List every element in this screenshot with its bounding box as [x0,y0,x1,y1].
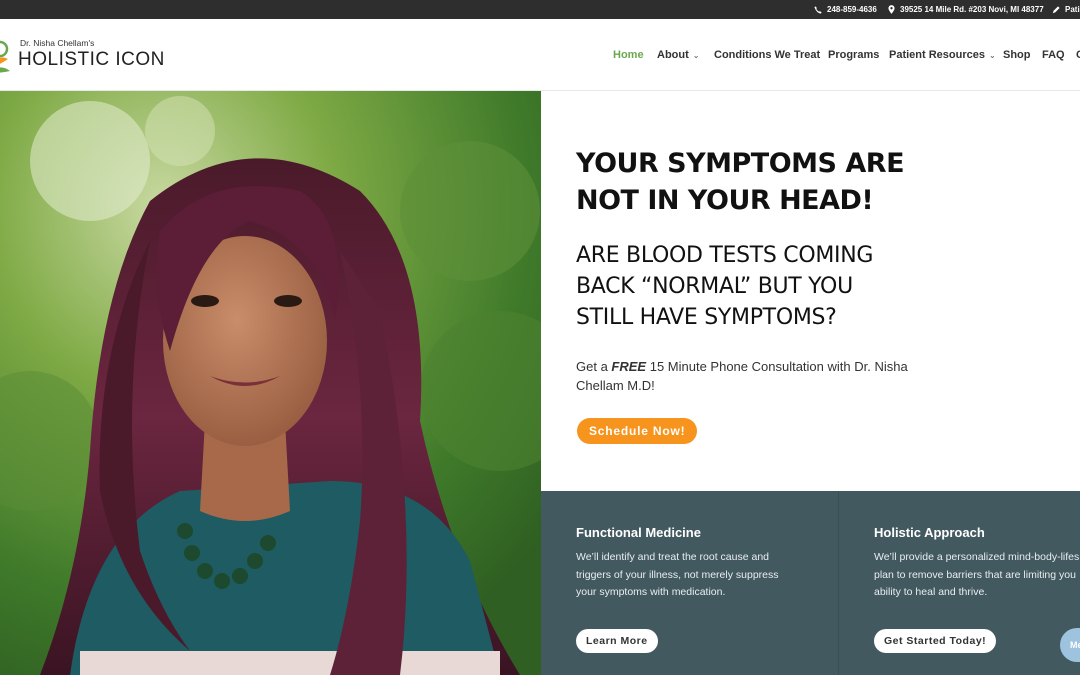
hero-title-line: YOUR SYMPTOMS ARE [576,148,905,179]
hero-title: YOUR SYMPTOMS ARE NOT IN YOUR HEAD! [576,145,936,219]
panel-text-line: We’ll provide a personalized mind-body-l… [874,551,1080,563]
site-logo[interactable]: Dr. Nisha Chellam's HOLISTIC ICON [0,37,165,77]
schedule-now-button[interactable]: Schedule Now! [577,418,698,444]
logo-pretitle: Dr. Nisha Chellam's [20,38,95,48]
panel-text-line: your symptoms with medication. [576,586,726,598]
nav-label: About [657,49,689,61]
phone-link[interactable]: 248-859-4636 [814,5,877,14]
hero-subtitle: ARE BLOOD TESTS COMING BACK “NORMAL” BUT… [576,240,936,333]
hero-title-line: NOT IN YOUR HEAD! [576,185,874,216]
get-started-button[interactable]: Get Started Today! [874,629,997,653]
panel-description: We’ll identify and treat the root cause … [576,549,796,602]
panel-text-line: plan to remove barriers that are limitin… [874,568,1076,581]
map-pin-icon [888,5,895,14]
holistic-approach-panel: Holistic Approach We’ll provide a person… [838,491,1080,675]
nav-item-programs[interactable]: Programs [828,49,879,61]
panel-title: Holistic Approach [874,525,985,540]
hero-subtitle-line: ARE BLOOD TESTS COMING [576,243,874,268]
nav-label: Programs [828,49,880,61]
hero-subtitle-line: STILL HAVE SYMPTOMS? [576,305,837,330]
nav-label: Shop [1003,49,1031,61]
nav-label: FAQ [1042,49,1065,61]
offer-prefix: Get a [576,359,608,374]
consultation-offer-text: Get a FREE 15 Minute Phone Consultation … [576,357,926,395]
nav-label: Home [613,49,644,61]
patient-portal-label: Pati [1065,5,1080,14]
learn-more-button[interactable]: Learn More [576,629,658,653]
top-utility-bar: 248-859-4636 39525 14 Mile Rd. #203 Novi… [0,0,1080,19]
patient-portal-link[interactable]: Pati [1052,5,1080,14]
chevron-down-icon: ⌄ [692,50,700,60]
panel-text-line: triggers of your illness, not merely sup… [576,568,779,581]
logo-mark-icon [0,40,10,73]
hero-portrait-photo [0,91,541,675]
nav-item-conditions[interactable]: Conditions We Treat [714,49,820,61]
phone-icon [814,5,822,14]
nav-label: Conditions We Treat [714,49,821,61]
address-link[interactable]: 39525 14 Mile Rd. #203 Novi, MI 48377 [888,5,1044,14]
functional-medicine-panel: Functional Medicine We’ll identify and t… [541,491,838,675]
hero-subtitle-line: BACK “NORMAL” BUT YOU [576,274,853,299]
panel-description: We’ll provide a personalized mind-body-l… [874,549,1080,602]
nav-label: C [1076,49,1080,61]
chevron-down-icon: ⌄ [988,50,996,60]
pen-icon [1052,5,1060,13]
nav-item-patient-resources[interactable]: Patient Resources ⌄ [889,49,996,61]
phone-number: 248-859-4636 [827,5,877,14]
site-header: Dr. Nisha Chellam's HOLISTIC ICON Home A… [0,19,1080,91]
panel-text-line: ability to heal and thrive. [874,586,988,598]
nav-item-home[interactable]: Home [613,49,644,61]
nav-item-faq[interactable]: FAQ [1042,49,1065,61]
nav-label: Patient Resources [889,49,985,61]
nav-item-about[interactable]: About ⌄ [657,49,699,61]
address-text: 39525 14 Mile Rd. #203 Novi, MI 48377 [900,5,1044,14]
panel-text-line: We’ll identify and treat the root cause … [576,551,770,563]
nav-item-contact[interactable]: C [1076,49,1080,61]
nav-item-shop[interactable]: Shop [1003,49,1031,61]
panel-title: Functional Medicine [576,525,701,540]
logo-title: HOLISTIC ICON [18,49,165,70]
offer-free: FREE [611,359,647,374]
